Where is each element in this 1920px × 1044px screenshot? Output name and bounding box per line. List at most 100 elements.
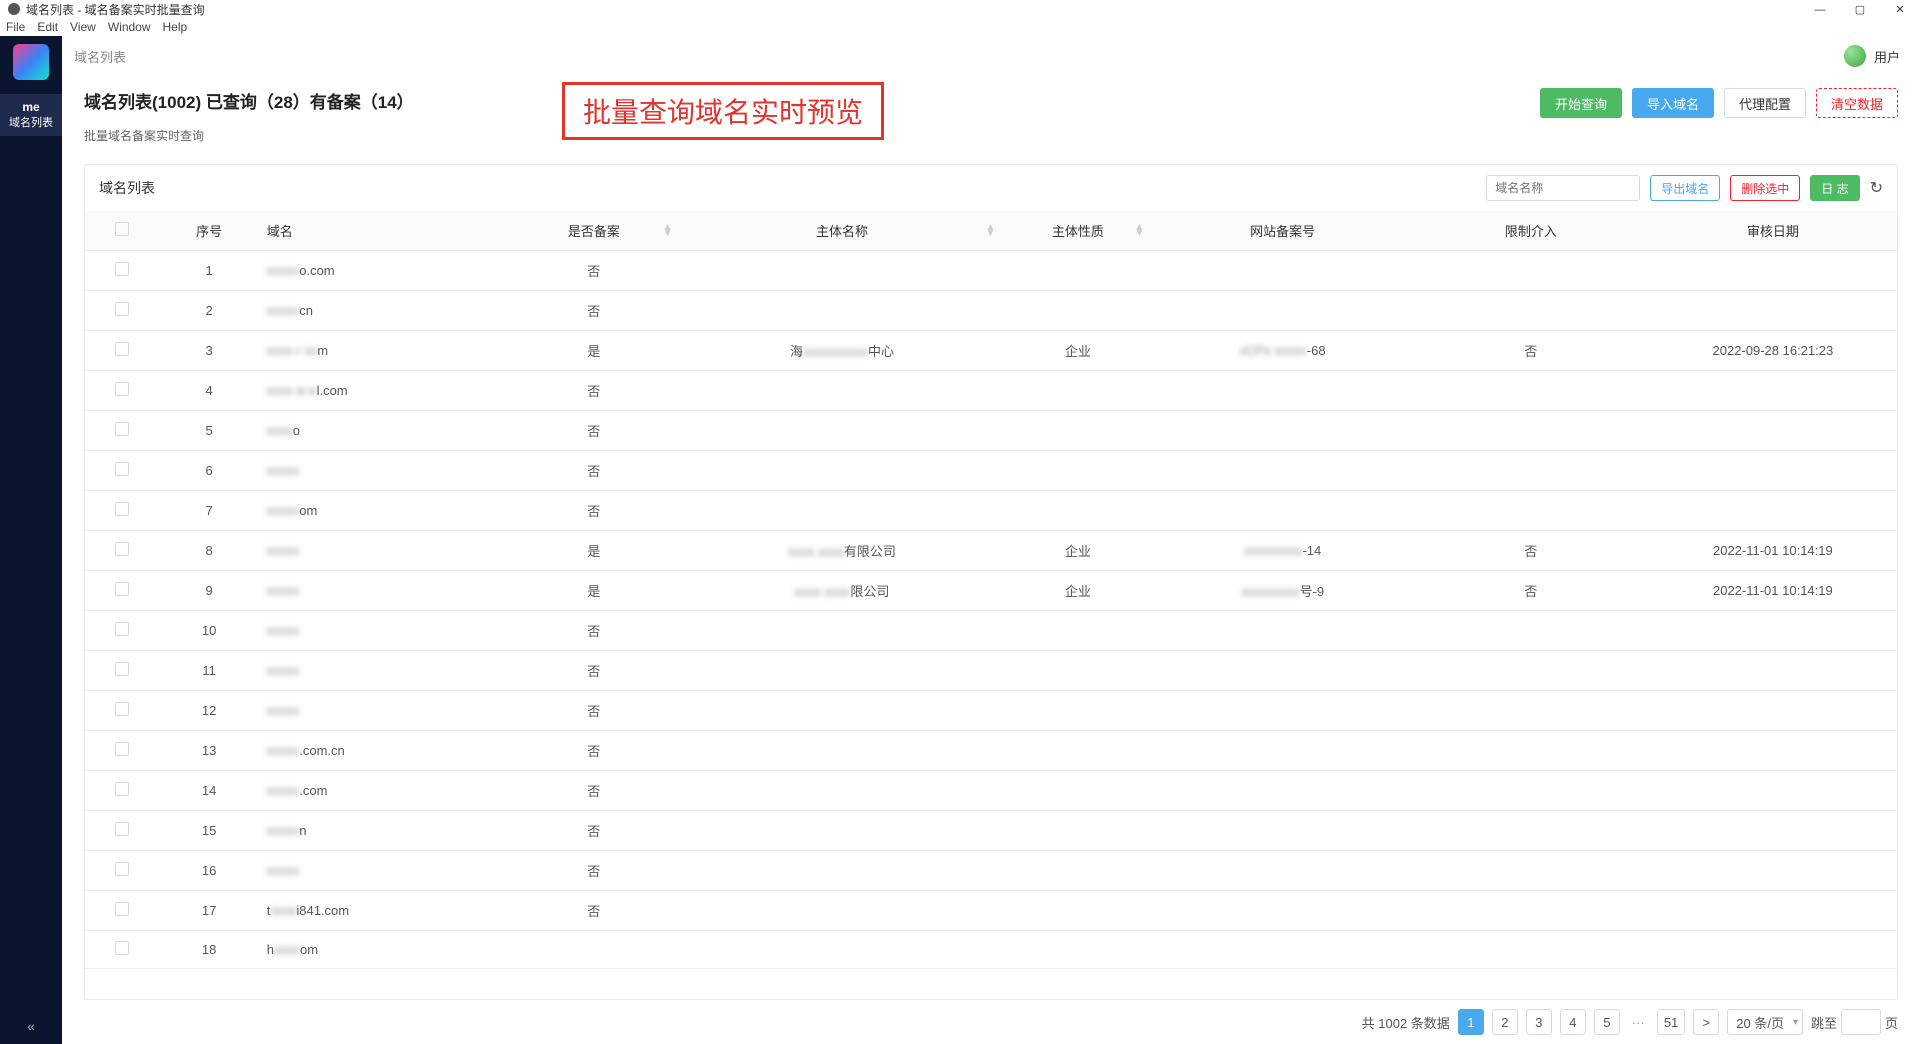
- row-checkbox[interactable]: [115, 941, 129, 955]
- menu-help[interactable]: Help: [163, 20, 188, 34]
- username-label[interactable]: 用户: [1874, 47, 1900, 66]
- cell-subject-nature: 企业: [1003, 571, 1152, 611]
- clear-data-button[interactable]: 清空数据: [1816, 88, 1898, 118]
- row-checkbox[interactable]: [115, 302, 129, 316]
- page-button-last[interactable]: 51: [1657, 1009, 1685, 1035]
- cell-restrict: [1413, 931, 1649, 969]
- window-maximize-button[interactable]: ▢: [1840, 2, 1880, 18]
- row-checkbox[interactable]: [115, 782, 129, 796]
- header-actions: 开始查询 导入域名 代理配置 清空数据: [1540, 88, 1898, 118]
- cell-review-date: 2022-11-01 10:14:19: [1649, 571, 1897, 611]
- page-ellipsis: ···: [1628, 1015, 1649, 1030]
- cell-subject-name: [681, 371, 1004, 411]
- page-button-1[interactable]: 1: [1458, 1009, 1484, 1035]
- row-checkbox[interactable]: [115, 862, 129, 876]
- cell-subject-nature: [1003, 691, 1152, 731]
- page-size-select[interactable]: 20 条/页: [1727, 1009, 1803, 1035]
- page-button-5[interactable]: 5: [1594, 1009, 1620, 1035]
- page-next-button[interactable]: >: [1693, 1009, 1719, 1035]
- row-checkbox[interactable]: [115, 382, 129, 396]
- start-query-button[interactable]: 开始查询: [1540, 88, 1622, 118]
- menu-file[interactable]: File: [6, 20, 25, 34]
- sort-icon: ▲▼: [663, 225, 673, 237]
- cell-domain: xxxxx: [259, 571, 507, 611]
- avatar-icon[interactable]: [1844, 45, 1866, 67]
- row-checkbox[interactable]: [115, 342, 129, 356]
- row-checkbox[interactable]: [115, 422, 129, 436]
- row-checkbox[interactable]: [115, 502, 129, 516]
- domain-search-input[interactable]: [1486, 175, 1640, 201]
- cell-seq: 4: [159, 371, 258, 411]
- cell-seq: 9: [159, 571, 258, 611]
- cell-review-date: 2022-09-28 16:21:23: [1649, 331, 1897, 371]
- cell-domain: xxxxx: [259, 531, 507, 571]
- col-is-record[interactable]: 是否备案▲▼: [507, 211, 681, 251]
- main-content: 域名列表 用户 域名列表(1002) 已查询（28）有备案（14） 批量域名备案…: [62, 36, 1920, 1044]
- refresh-icon[interactable]: ↻: [1870, 178, 1883, 198]
- cell-is-record: 否: [507, 291, 681, 331]
- row-checkbox[interactable]: [115, 902, 129, 916]
- cell-review-date: [1649, 651, 1897, 691]
- cell-subject-nature: [1003, 611, 1152, 651]
- cell-review-date: 2022-11-01 10:14:19: [1649, 531, 1897, 571]
- export-domains-button[interactable]: 导出域名: [1650, 175, 1720, 201]
- delete-selected-button[interactable]: 删除选中: [1730, 175, 1800, 201]
- row-checkbox[interactable]: [115, 622, 129, 636]
- page-jump-input[interactable]: [1841, 1009, 1881, 1035]
- log-button[interactable]: 日 志: [1810, 175, 1859, 201]
- table-row: 1xxxxxo.com否: [85, 251, 1897, 291]
- cell-is-record: 否: [507, 851, 681, 891]
- proxy-config-button[interactable]: 代理配置: [1724, 88, 1806, 118]
- page-button-2[interactable]: 2: [1492, 1009, 1518, 1035]
- sidebar-item-domain-list[interactable]: me 域名列表: [0, 94, 62, 136]
- cell-subject-name: [681, 411, 1004, 451]
- row-checkbox[interactable]: [115, 262, 129, 276]
- window-close-button[interactable]: ✕: [1880, 2, 1920, 18]
- cell-is-record: 否: [507, 691, 681, 731]
- cell-is-record: 是: [507, 531, 681, 571]
- menu-window[interactable]: Window: [108, 20, 151, 34]
- cell-restrict: [1413, 251, 1649, 291]
- table-row: 8xxxxx是xxxx xxxx有限公司企业xxxxxxxxx-14否2022-…: [85, 531, 1897, 571]
- cell-seq: 12: [159, 691, 258, 731]
- cell-restrict: [1413, 811, 1649, 851]
- menu-view[interactable]: View: [70, 20, 96, 34]
- col-subject-nature[interactable]: 主体性质▲▼: [1003, 211, 1152, 251]
- cell-is-record: [507, 931, 681, 969]
- table-row: 4xxxx w el.com否: [85, 371, 1897, 411]
- row-checkbox[interactable]: [115, 822, 129, 836]
- sidebar-item-label: 域名列表: [0, 114, 62, 130]
- window-controls: — ▢ ✕: [1800, 2, 1920, 18]
- row-checkbox[interactable]: [115, 662, 129, 676]
- cell-subject-name: [681, 611, 1004, 651]
- sidebar-collapse-button[interactable]: «: [27, 1018, 35, 1034]
- page-jump: 跳至 页: [1811, 1009, 1898, 1035]
- col-record-no: 网站备案号: [1152, 211, 1413, 251]
- cell-domain: xxxxx: [259, 611, 507, 651]
- titlebar: 域名列表 - 域名备案实时批量查询 — ▢ ✕: [0, 0, 1920, 18]
- col-review-date: 审核日期: [1649, 211, 1897, 251]
- cell-domain: xxxxxom: [259, 491, 507, 531]
- page-button-4[interactable]: 4: [1560, 1009, 1586, 1035]
- row-checkbox[interactable]: [115, 582, 129, 596]
- table-row: 17txxxxi841.com否: [85, 891, 1897, 931]
- page-button-3[interactable]: 3: [1526, 1009, 1552, 1035]
- cell-restrict: [1413, 371, 1649, 411]
- table-row: 7xxxxxom否: [85, 491, 1897, 531]
- row-checkbox[interactable]: [115, 742, 129, 756]
- select-all-checkbox[interactable]: [115, 222, 129, 236]
- import-domains-button[interactable]: 导入域名: [1632, 88, 1714, 118]
- menu-edit[interactable]: Edit: [37, 20, 58, 34]
- row-checkbox[interactable]: [115, 702, 129, 716]
- cell-seq: 2: [159, 291, 258, 331]
- cell-seq: 18: [159, 931, 258, 969]
- table-scroll[interactable]: 序号 域名 是否备案▲▼ 主体名称▲▼ 主体性质▲▼ 网站备案号 限制介入 审核…: [85, 211, 1897, 999]
- window-minimize-button[interactable]: —: [1800, 2, 1840, 18]
- col-seq: 序号: [159, 211, 258, 251]
- app-icon: [8, 3, 20, 15]
- col-subject-name[interactable]: 主体名称▲▼: [681, 211, 1004, 251]
- cell-subject-nature: [1003, 371, 1152, 411]
- page-jump-label: 跳至: [1811, 1013, 1837, 1032]
- row-checkbox[interactable]: [115, 462, 129, 476]
- row-checkbox[interactable]: [115, 542, 129, 556]
